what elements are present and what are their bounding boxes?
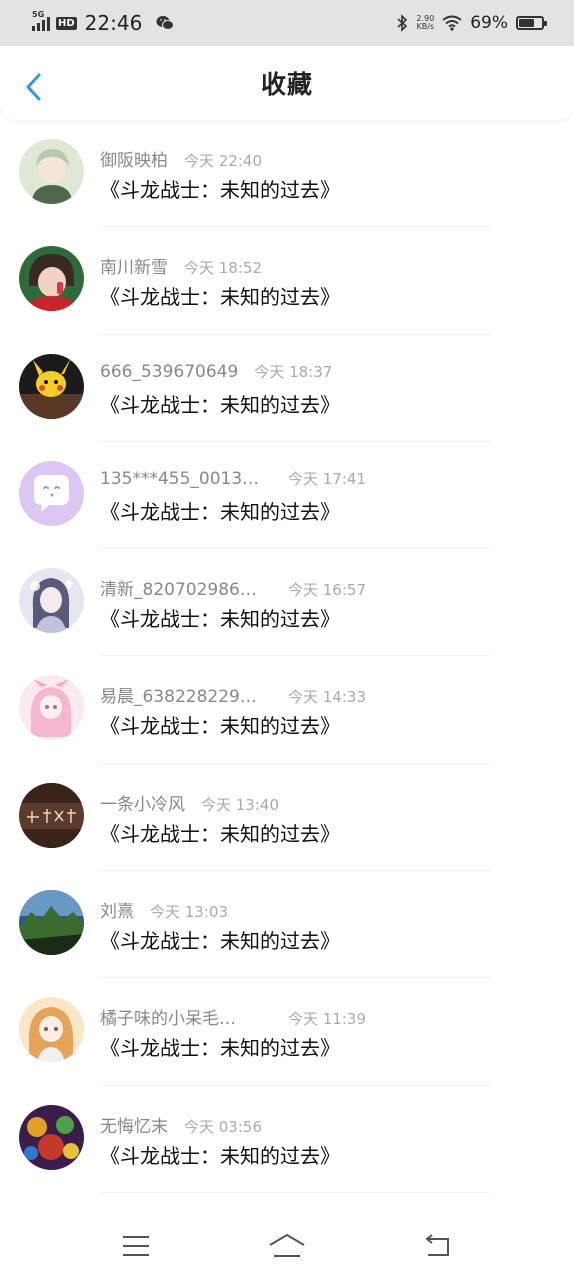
list-item[interactable]: 御阪映柏 今天 22:40 《斗龙战士：未知的过去》 <box>0 120 574 228</box>
favorite-title: 《斗龙战士：未知的过去》 <box>100 1036 340 1061</box>
user-avatar <box>19 1104 84 1170</box>
wechat-icon <box>156 16 175 30</box>
list-item[interactable]: 南川新雪 今天 18:52 《斗龙战士：未知的过去》 <box>0 227 574 335</box>
user-avatar <box>19 353 84 419</box>
timestamp: 今天 03:56 <box>184 1117 262 1136</box>
username: 一条小冷风 <box>100 794 185 815</box>
timestamp: 今天 13:03 <box>150 903 228 922</box>
favorite-title: 《斗龙战士：未知的过去》 <box>100 499 340 524</box>
user-avatar <box>19 675 84 741</box>
chevron-left-icon <box>26 73 41 101</box>
timestamp: 今天 18:52 <box>184 259 262 278</box>
timestamp: 今天 22:40 <box>184 152 262 170</box>
user-avatar <box>19 246 84 312</box>
back-arrow-icon <box>425 1234 450 1256</box>
timestamp: 今天 14:33 <box>288 688 366 707</box>
list-item[interactable]: 666_539670649 今天 18:37 《斗龙战士：未知的过去》 <box>0 335 574 442</box>
timestamp: 今天 11:39 <box>288 1010 366 1029</box>
home-icon <box>269 1234 305 1257</box>
timestamp: 今天 13:40 <box>201 795 279 814</box>
user-avatar <box>19 782 84 848</box>
username: 御阪映柏 <box>100 151 168 171</box>
user-avatar <box>19 890 84 956</box>
username: 666_539670649 <box>100 361 239 382</box>
list-item[interactable]: 清新_820702986… 今天 16:57 《斗龙战士：未知的过去》 <box>0 549 574 657</box>
user-avatar <box>19 568 84 634</box>
wifi-icon <box>442 15 462 31</box>
list-item[interactable]: 刘熹 今天 13:03 《斗龙战士：未知的过去》 <box>0 871 574 979</box>
username: 易晨_638228229… <box>100 687 257 708</box>
timestamp: 今天 17:41 <box>288 469 366 488</box>
favorite-title: 《斗龙战士：未知的过去》 <box>100 285 340 310</box>
favorite-title: 《斗龙战士：未知的过去》 <box>100 821 340 846</box>
list-item[interactable]: 易晨_638228229… 今天 14:33 《斗龙战士：未知的过去》 <box>0 656 574 764</box>
status-bar: 5G HD 22:46 2.90 KB/s 69% <box>0 0 574 46</box>
page-title: 收藏 <box>260 70 313 99</box>
network-speed: 2.90 KB/s <box>416 14 435 31</box>
signal-icon: 5G <box>32 10 50 31</box>
list-item[interactable]: 橘子味的小呆毛… 今天 11:39 《斗龙战士：未知的过去》 <box>0 978 574 1086</box>
hd-badge: HD <box>56 16 77 30</box>
list-item[interactable]: 无悔忆末 今天 03:56 《斗龙战士：未知的过去》 <box>0 1086 574 1193</box>
username: 135***455_0013… <box>100 468 260 489</box>
app-header: 收藏 <box>0 46 574 120</box>
favorite-title: 《斗龙战士：未知的过去》 <box>100 607 340 632</box>
status-time: 22:46 <box>84 11 143 35</box>
system-nav-bar <box>0 1212 574 1280</box>
list-item[interactable]: 一条小冷风 今天 13:40 《斗龙战士：未知的过去》 <box>0 764 574 872</box>
username: 橘子味的小呆毛… <box>100 1009 236 1030</box>
username: 南川新雪 <box>100 258 168 279</box>
menu-button[interactable] <box>106 1221 166 1271</box>
user-avatar <box>19 997 84 1063</box>
back-nav-button[interactable] <box>408 1221 468 1271</box>
battery-percent: 69% <box>470 13 508 33</box>
timestamp: 今天 16:57 <box>288 581 366 600</box>
favorite-title: 《斗龙战士：未知的过去》 <box>100 392 340 417</box>
favorite-title: 《斗龙战士：未知的过去》 <box>100 178 340 202</box>
username: 无悔忆末 <box>100 1116 168 1137</box>
home-button[interactable] <box>257 1221 317 1271</box>
user-avatar <box>19 460 84 526</box>
favorite-title: 《斗龙战士：未知的过去》 <box>100 714 340 739</box>
timestamp: 今天 18:37 <box>254 362 333 381</box>
user-avatar <box>19 139 84 204</box>
back-button[interactable] <box>18 70 48 104</box>
battery-icon <box>516 16 547 30</box>
bluetooth-icon <box>397 14 408 32</box>
favorite-title: 《斗龙战士：未知的过去》 <box>100 1143 340 1168</box>
list-item[interactable]: 135***455_0013… 今天 17:41 《斗龙战士：未知的过去》 <box>0 442 574 550</box>
favorite-title: 《斗龙战士：未知的过去》 <box>100 929 340 954</box>
username: 清新_820702986… <box>100 580 257 601</box>
username: 刘熹 <box>100 902 134 923</box>
menu-icon <box>122 1236 149 1256</box>
favorites-list: 御阪映柏 今天 22:40 《斗龙战士：未知的过去》 南川新雪 今天 18:52… <box>0 120 574 1223</box>
